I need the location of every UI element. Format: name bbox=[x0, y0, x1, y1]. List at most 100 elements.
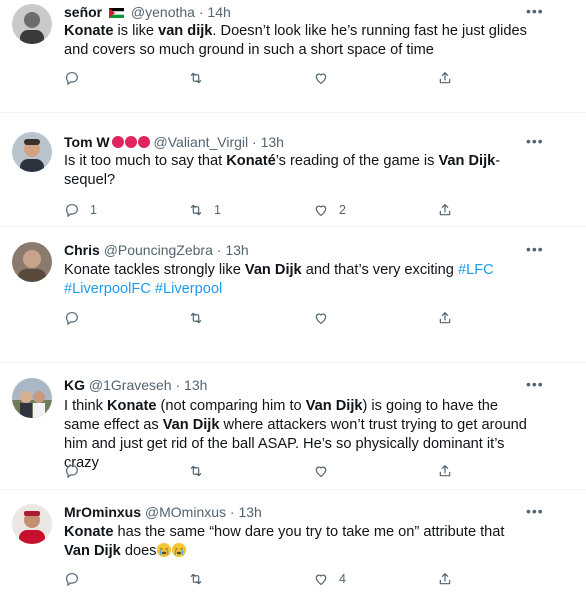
tweet-3[interactable]: Chris @PouncingZebra · 13h ••• Konate ta… bbox=[0, 236, 586, 331]
bold-text: van dijk bbox=[158, 23, 213, 39]
tweet-text: Konate has the same “how dare you try to… bbox=[64, 523, 534, 561]
tweet-1[interactable]: señor @yenotha · 14h ••• Konate is like … bbox=[0, 0, 586, 95]
bold-text: Van Dijk bbox=[438, 153, 496, 169]
display-name[interactable]: Chris bbox=[64, 242, 100, 258]
hashtag-link[interactable]: #LFC bbox=[458, 262, 494, 278]
text-segment: (not comparing him to bbox=[156, 398, 306, 414]
bold-text: Van Dijk bbox=[162, 417, 220, 433]
hashtag-link[interactable]: #Liverpool bbox=[155, 281, 222, 297]
bold-text: Konate bbox=[107, 398, 157, 414]
tweet-header: KG @1Graveseh · 13h bbox=[64, 377, 207, 394]
text-segment: has the same “how dare you try to take m… bbox=[113, 524, 505, 540]
retweet-button[interactable] bbox=[188, 569, 214, 589]
flag-icon bbox=[109, 5, 125, 18]
avatar[interactable] bbox=[12, 378, 52, 418]
bold-text: Van Dijk bbox=[64, 543, 121, 559]
retweet-icon bbox=[188, 70, 204, 86]
tweet-actions bbox=[64, 68, 464, 88]
like-button[interactable] bbox=[313, 68, 339, 88]
reply-count: 1 bbox=[90, 203, 97, 217]
share-icon bbox=[437, 70, 453, 86]
handle[interactable]: @yenotha bbox=[131, 4, 195, 20]
bold-text: Konate bbox=[64, 524, 114, 540]
handle[interactable]: @1Graveseh bbox=[89, 377, 172, 393]
tweet-4[interactable]: KG @1Graveseh · 13h ••• I think Konate (… bbox=[0, 372, 586, 482]
crying-face-icon bbox=[172, 543, 187, 557]
display-name[interactable]: KG bbox=[64, 377, 85, 393]
text-segment: and that’s very exciting bbox=[301, 262, 458, 278]
divider bbox=[0, 112, 586, 113]
avatar[interactable] bbox=[12, 504, 52, 544]
timestamp[interactable]: 13h bbox=[238, 504, 261, 520]
timestamp[interactable]: 14h bbox=[207, 4, 230, 20]
text-segment: is like bbox=[113, 23, 159, 39]
more-icon[interactable]: ••• bbox=[526, 242, 543, 260]
display-name[interactable]: Tom W bbox=[64, 134, 110, 150]
retweet-icon bbox=[188, 310, 204, 326]
separator-dot: · bbox=[229, 504, 235, 520]
text-segment: ’s reading of the game is bbox=[275, 153, 439, 169]
tweet-header: señor @yenotha · 14h bbox=[64, 4, 231, 21]
separator-dot: · bbox=[175, 377, 181, 393]
retweet-button[interactable]: 1 bbox=[188, 200, 221, 220]
retweet-icon bbox=[188, 571, 204, 587]
more-icon[interactable]: ••• bbox=[526, 134, 543, 152]
text-segment: Is it too much to say that bbox=[64, 153, 227, 169]
share-icon bbox=[437, 202, 453, 218]
more-icon[interactable]: ••• bbox=[526, 4, 543, 22]
heart-icon bbox=[313, 202, 329, 218]
like-button[interactable]: 2 bbox=[313, 200, 346, 220]
more-icon[interactable]: ••• bbox=[526, 504, 543, 522]
display-name[interactable]: señor bbox=[64, 4, 102, 20]
retweet-button[interactable] bbox=[188, 68, 214, 88]
text-segment: I think bbox=[64, 398, 107, 414]
timestamp[interactable]: 13h bbox=[184, 377, 207, 393]
share-button[interactable] bbox=[437, 569, 453, 589]
tweet-2[interactable]: Tom W @Valiant_Virgil · 13h ••• Is it to… bbox=[0, 128, 586, 223]
share-button[interactable] bbox=[437, 461, 453, 481]
heart-icon bbox=[313, 310, 329, 326]
timestamp[interactable]: 13h bbox=[261, 134, 284, 150]
more-icon[interactable]: ••• bbox=[526, 377, 543, 395]
share-button[interactable] bbox=[437, 68, 453, 88]
like-button[interactable] bbox=[313, 461, 339, 481]
share-button[interactable] bbox=[437, 308, 453, 328]
handle[interactable]: @PouncingZebra bbox=[104, 242, 213, 258]
reply-button[interactable]: 1 bbox=[64, 200, 97, 220]
reply-icon bbox=[64, 202, 80, 218]
avatar[interactable] bbox=[12, 242, 52, 282]
bold-text: Konate bbox=[64, 23, 114, 39]
share-button[interactable] bbox=[437, 200, 453, 220]
reply-icon bbox=[64, 70, 80, 86]
bold-text: Van Dijk bbox=[305, 398, 363, 414]
handle[interactable]: @Valiant_Virgil bbox=[154, 134, 249, 150]
tweet-5[interactable]: MrOminxus @MOminxus · 13h ••• Konate has… bbox=[0, 498, 586, 598]
avatar[interactable] bbox=[12, 132, 52, 172]
retweet-button[interactable] bbox=[188, 308, 214, 328]
timestamp[interactable]: 13h bbox=[225, 242, 248, 258]
handle[interactable]: @MOminxus bbox=[145, 504, 226, 520]
like-button[interactable]: 4 bbox=[313, 569, 346, 589]
reply-icon bbox=[64, 571, 80, 587]
retweet-button[interactable] bbox=[188, 461, 214, 481]
display-name[interactable]: MrOminxus bbox=[64, 504, 141, 520]
divider bbox=[0, 489, 586, 490]
reply-button[interactable] bbox=[64, 461, 90, 481]
red-heart-icons bbox=[111, 135, 150, 153]
share-icon bbox=[437, 571, 453, 587]
tweet-text: Konate is like van dijk. Doesn’t look li… bbox=[64, 22, 534, 60]
separator-dot: · bbox=[216, 242, 222, 258]
tweet-text: Is it too much to say that Konaté’s read… bbox=[64, 152, 534, 190]
reply-button[interactable] bbox=[64, 569, 90, 589]
crying-face-icon bbox=[157, 543, 172, 557]
hashtag-link[interactable]: #LiverpoolFC bbox=[64, 281, 151, 297]
like-button[interactable] bbox=[313, 308, 339, 328]
text-segment: does bbox=[120, 543, 157, 559]
avatar[interactable] bbox=[12, 4, 52, 44]
share-icon bbox=[437, 463, 453, 479]
tweet-header: Tom W @Valiant_Virgil · 13h bbox=[64, 134, 284, 153]
reply-button[interactable] bbox=[64, 308, 90, 328]
text-segment: Konate tackles strongly like bbox=[64, 262, 245, 278]
tweet-header: MrOminxus @MOminxus · 13h bbox=[64, 504, 262, 521]
reply-button[interactable] bbox=[64, 68, 90, 88]
